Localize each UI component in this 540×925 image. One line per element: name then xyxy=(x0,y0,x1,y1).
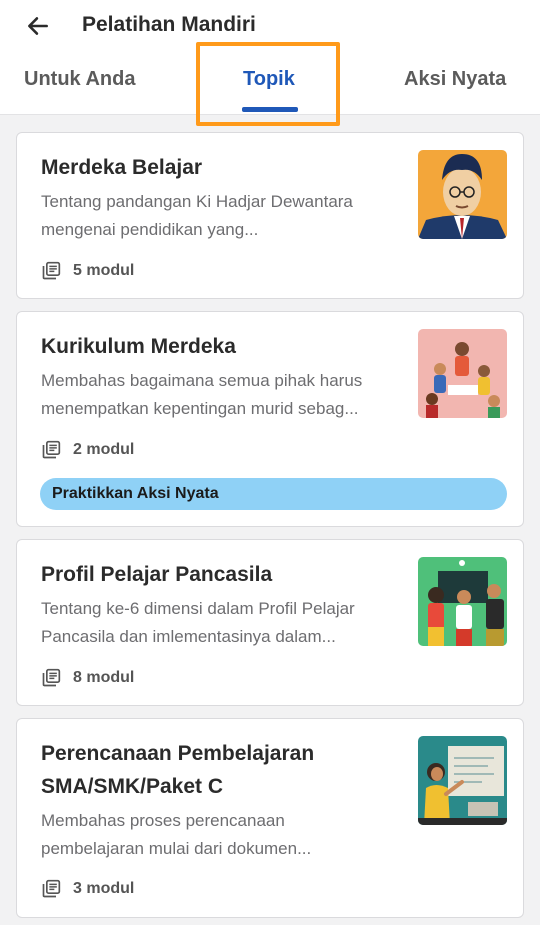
classroom-illustration xyxy=(418,557,507,646)
tab-untuk-anda[interactable]: Untuk Anda xyxy=(24,68,135,91)
card-description-line: mengenai pendidikan yang... xyxy=(41,220,259,239)
library-books-icon xyxy=(42,440,61,459)
topic-thumbnail xyxy=(418,736,507,825)
card-title: Merdeka Belajar xyxy=(41,156,203,179)
module-count-label: 2 modul xyxy=(73,441,135,458)
card-description: Tentang pandangan Ki Hadjar Dewantara me… xyxy=(41,188,401,244)
card-description: Membahas proses perencanaan pembelajaran… xyxy=(41,807,401,863)
app-header: Pelatihan Mandiri Untuk Anda Topik Aksi … xyxy=(0,0,540,126)
page-title: Pelatihan Mandiri xyxy=(82,13,256,36)
topic-card-profil-pelajar-pancasila[interactable]: Profil Pelajar Pancasila Tentang ke-6 di… xyxy=(16,539,524,706)
tab-aksi-nyata[interactable]: Aksi Nyata xyxy=(404,68,506,91)
tab-topik[interactable]: Topik xyxy=(243,68,295,91)
card-description: Tentang ke-6 dimensi dalam Profil Pelaja… xyxy=(41,595,401,651)
topic-thumbnail xyxy=(418,150,507,239)
active-tab-indicator xyxy=(242,107,298,112)
library-books-icon xyxy=(42,879,61,898)
module-count-label: 5 modul xyxy=(73,262,135,279)
students-illustration xyxy=(418,329,507,418)
topic-card-perencanaan-pembelajaran[interactable]: Perencanaan Pembelajaran SMA/SMK/Paket C… xyxy=(16,718,524,918)
arrow-left-icon xyxy=(28,17,48,35)
module-count-label: 8 modul xyxy=(73,669,135,686)
praktikkan-aksi-nyata-button[interactable]: Praktikkan Aksi Nyata xyxy=(40,478,507,510)
card-description-line: Pancasila dan imlementasinya dalam... xyxy=(41,627,336,646)
card-description-line: Membahas proses perencanaan xyxy=(41,811,285,830)
topic-thumbnail xyxy=(418,329,507,418)
module-count: 2 modul xyxy=(41,440,134,460)
card-title: Profil Pelajar Pancasila xyxy=(41,563,273,586)
card-title-line: SMA/SMK/Paket C xyxy=(41,775,224,798)
card-description-line: Tentang ke-6 dimensi dalam Profil Pelaja… xyxy=(41,599,355,618)
card-title: Kurikulum Merdeka xyxy=(41,335,236,358)
topic-card-merdeka-belajar[interactable]: Merdeka Belajar Tentang pandangan Ki Had… xyxy=(16,132,524,299)
portrait-illustration xyxy=(418,150,507,239)
card-description-line: Tentang pandangan Ki Hadjar Dewantara xyxy=(41,192,353,211)
card-description-line: pembelajaran mulai dari dokumen... xyxy=(41,839,312,858)
module-count-label: 3 modul xyxy=(73,880,135,897)
card-description-line: menempatkan kepentingan murid sebag... xyxy=(41,399,359,418)
module-count: 5 modul xyxy=(41,261,134,281)
library-books-icon xyxy=(42,261,61,280)
module-count: 3 modul xyxy=(41,879,134,899)
card-description: Membahas bagaimana semua pihak harus men… xyxy=(41,367,401,423)
back-button[interactable] xyxy=(22,10,54,42)
library-books-icon xyxy=(42,668,61,687)
teacher-illustration xyxy=(418,736,507,825)
topic-thumbnail xyxy=(418,557,507,646)
topic-card-kurikulum-merdeka[interactable]: Kurikulum Merdeka Membahas bagaimana sem… xyxy=(16,311,524,527)
module-count: 8 modul xyxy=(41,668,134,688)
card-title: Perencanaan Pembelajaran SMA/SMK/Paket C xyxy=(41,737,401,803)
card-title-line: Perencanaan Pembelajaran xyxy=(41,742,315,765)
card-description-line: Membahas bagaimana semua pihak harus xyxy=(41,371,363,390)
